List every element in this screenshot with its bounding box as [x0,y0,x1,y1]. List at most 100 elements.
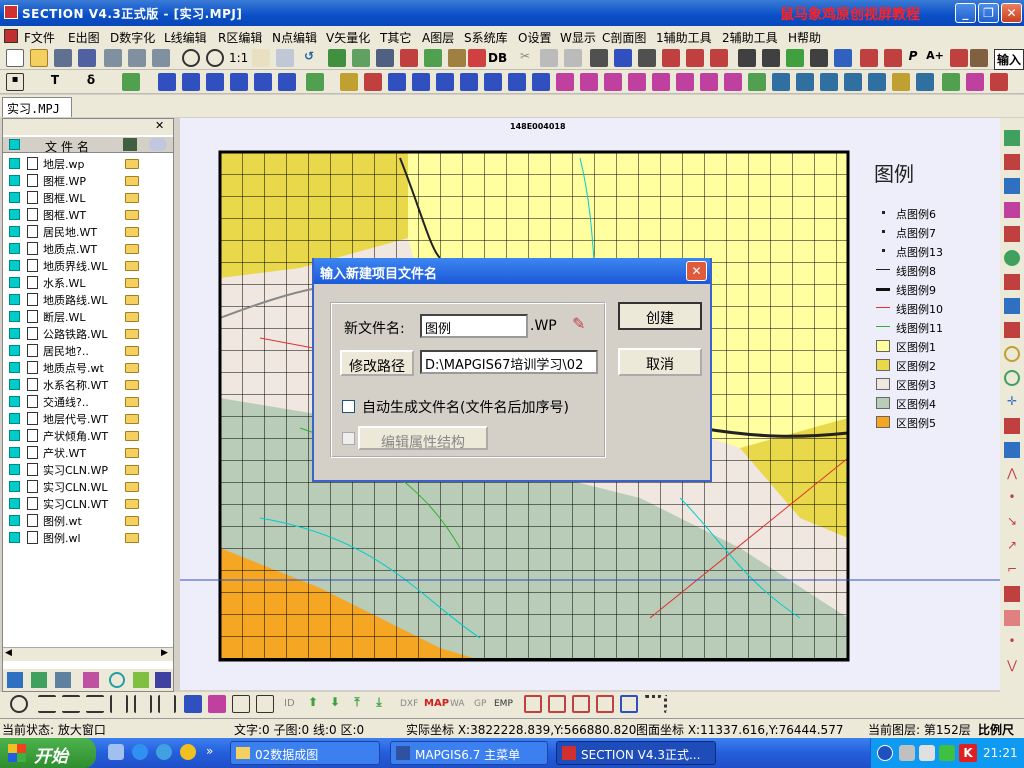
font-p-icon[interactable]: P [904,49,922,67]
menu-file[interactable]: F文件 [24,29,55,46]
new-file-icon[interactable] [6,49,24,67]
arc-icon[interactable] [652,73,670,91]
align-top-icon[interactable] [134,695,152,713]
menu-line-edit[interactable]: L线编辑 [164,29,207,46]
arrow-bottom-icon[interactable]: ⤓ [370,695,388,713]
save-icon[interactable] [54,49,72,67]
panel-view-icon[interactable] [7,672,23,688]
tray-network-icon[interactable] [899,745,915,761]
text-tool-icon[interactable]: T [46,73,64,91]
right-tool-2-icon[interactable] [1004,154,1020,170]
green-diamond-icon[interactable] [942,73,960,91]
panel-area-icon[interactable] [155,672,171,688]
point-tool-icon[interactable]: ▪ [6,73,24,91]
vertex-add-icon[interactable] [604,73,622,91]
red-flag-icon[interactable] [990,73,1008,91]
right-tool-9-icon[interactable] [1004,322,1020,338]
menu-output[interactable]: E出图 [68,29,100,46]
menu-settings[interactable]: O设置 [518,29,551,46]
right-tool-16-icon[interactable]: • [1004,490,1020,506]
right-tool-12-icon[interactable]: ✛ [1004,394,1020,410]
frame-red-icon[interactable] [524,695,542,713]
visibility-toggle-icon[interactable] [9,447,20,458]
cut-icon[interactable]: ✂ [516,49,534,67]
right-tool-5-icon[interactable] [1004,226,1020,242]
menu-syslib[interactable]: S系统库 [464,29,508,46]
tray-k-icon[interactable]: K [959,744,977,762]
folder-icon[interactable] [125,244,139,254]
panel-scrollbar[interactable]: ◀ ▶ [3,647,173,661]
layer-file-row[interactable]: 地质路线.WL [3,291,173,308]
reshape-icon[interactable] [484,73,502,91]
start-button[interactable]: 开始 [0,738,96,768]
hammer-icon[interactable] [468,49,486,67]
dxf-button[interactable]: DXF [400,699,418,709]
menu-section[interactable]: C剖面图 [602,29,646,46]
area-grid-icon[interactable] [916,73,934,91]
cut-line-icon[interactable] [364,73,382,91]
gp-button[interactable]: GP [474,699,486,709]
paste-icon[interactable] [564,49,582,67]
right-tool-23-icon[interactable]: ⋁ [1004,658,1020,674]
auto-name-checkbox[interactable] [342,400,355,413]
menu-digitize[interactable]: D数字化 [110,29,155,46]
align-bottom-icon[interactable] [158,695,176,713]
folder-icon[interactable] [125,431,139,441]
right-tool-18-icon[interactable]: ↗ [1004,538,1020,554]
select-icon[interactable] [590,49,608,67]
minimize-button[interactable]: _ [955,3,976,23]
map-icon[interactable] [424,49,442,67]
layer-icon[interactable] [352,49,370,67]
arrow-up-icon[interactable]: ⬆ [304,695,322,713]
paste-special-icon[interactable] [710,49,728,67]
trim-icon[interactable] [436,73,454,91]
cancel-button[interactable]: 取消 [618,348,702,376]
folder-icon[interactable] [125,176,139,186]
visibility-toggle-icon[interactable] [9,481,20,492]
layer-file-row[interactable]: 图框.WP [3,172,173,189]
offset-icon[interactable] [532,73,550,91]
visibility-toggle-icon[interactable] [9,515,20,526]
polygon-icon[interactable] [724,73,742,91]
right-tool-6-icon[interactable] [1004,250,1020,266]
layer-file-row[interactable]: 实习CLN.WP [3,461,173,478]
emp-button[interactable]: EMP [494,699,513,709]
right-tool-11-icon[interactable] [1004,370,1020,386]
layer-file-row[interactable]: 图例.wt [3,512,173,529]
layer-file-row[interactable]: 公路铁路.WL [3,325,173,342]
visibility-toggle-icon[interactable] [9,175,20,186]
draw-icon[interactable] [306,73,324,91]
area-merge-icon[interactable] [820,73,838,91]
join-icon[interactable] [388,73,406,91]
pan-hand-icon[interactable] [252,49,270,67]
tray-app-icon[interactable] [939,745,955,761]
quicklaunch-ie-icon[interactable] [132,744,148,760]
grid-icon[interactable] [328,49,346,67]
frame-red-2-icon[interactable] [548,695,566,713]
brush-icon[interactable] [950,49,968,67]
right-tool-17-icon[interactable]: ↘ [1004,514,1020,530]
layer-file-row[interactable]: 地层.wp [3,155,173,172]
layer-file-row[interactable]: 水系名称.WT [3,376,173,393]
layer-file-row[interactable]: 水系.WL [3,274,173,291]
layer-file-row[interactable]: 居民地.WT [3,223,173,240]
folder-icon[interactable] [125,397,139,407]
settings-gear-icon[interactable] [10,695,28,713]
visibility-toggle-icon[interactable] [9,294,20,305]
align-center-icon[interactable] [62,695,80,713]
distribute-v-icon[interactable] [232,695,250,713]
layer-file-row[interactable]: 地层代号.WT [3,410,173,427]
window-icon[interactable] [376,49,394,67]
restore-button[interactable]: ❐ [978,3,999,23]
folder-icon[interactable] [125,533,139,543]
dialog-close-button[interactable]: ✕ [686,261,707,281]
task-section[interactable]: SECTION V4.3正式... [556,741,716,765]
tool-icon[interactable] [448,49,466,67]
node-split-icon[interactable] [278,73,296,91]
panel-edit-icon[interactable] [55,672,71,688]
panel-close-icon[interactable]: ✕ [155,119,164,132]
visibility-toggle-icon[interactable] [9,379,20,390]
folder-icon[interactable] [125,482,139,492]
right-tool-3-icon[interactable] [1004,178,1020,194]
edit-attr-checkbox[interactable] [342,432,355,445]
